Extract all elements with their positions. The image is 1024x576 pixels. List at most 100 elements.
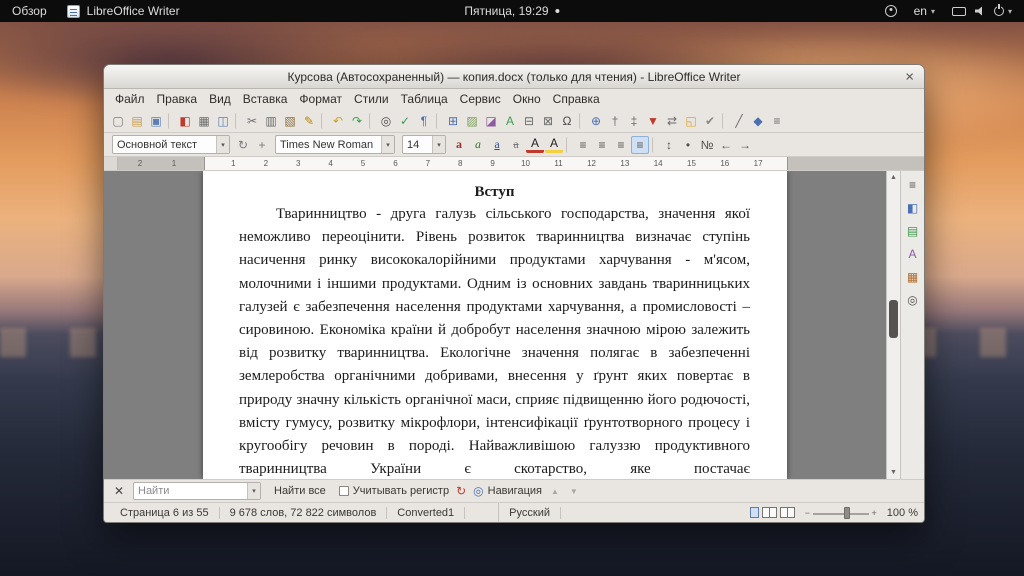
insert-comment-icon[interactable]: ◱: [682, 112, 700, 130]
basic-shapes-icon[interactable]: ◆: [749, 112, 767, 130]
insert-chart-icon[interactable]: ◪: [482, 112, 500, 130]
save-icon[interactable]: ▣: [147, 112, 165, 130]
insert-endnote-icon[interactable]: ‡: [625, 112, 643, 130]
zoom-level[interactable]: 100 %: [885, 507, 918, 519]
combo-dropdown-icon[interactable]: ▾: [216, 136, 229, 153]
tab-stop-selector[interactable]: [104, 157, 118, 170]
menu-window[interactable]: Окно: [507, 90, 547, 108]
justify-icon[interactable]: ≡: [631, 136, 649, 154]
insert-textbox-icon[interactable]: A: [501, 112, 519, 130]
draw-functions-icon[interactable]: ≡: [768, 112, 786, 130]
language-status[interactable]: Русский: [499, 507, 561, 519]
insert-line-icon[interactable]: ╱: [730, 112, 748, 130]
line-spacing-icon[interactable]: ↕: [660, 136, 678, 154]
insert-field-icon[interactable]: ⊠: [539, 112, 557, 130]
italic-icon[interactable]: а: [469, 136, 487, 154]
open-icon[interactable]: ▤: [128, 112, 146, 130]
menu-file[interactable]: Файл: [109, 90, 151, 108]
vertical-scrollbar[interactable]: ▲ ▼: [886, 171, 900, 479]
cut-icon[interactable]: ✂: [243, 112, 261, 130]
formatting-marks-icon[interactable]: ¶: [415, 112, 433, 130]
insert-table-icon[interactable]: ⊞: [444, 112, 462, 130]
document-page[interactable]: Вступ Тваринництво - друга галузь сільсь…: [203, 171, 787, 479]
zoom-in-icon[interactable]: +: [872, 508, 877, 518]
find-and-replace-icon[interactable]: ↻: [456, 484, 466, 498]
new-style-icon[interactable]: +: [253, 136, 271, 154]
find-all-button[interactable]: Найти все: [268, 484, 332, 498]
align-center-icon[interactable]: ≡: [593, 136, 611, 154]
print-preview-icon[interactable]: ◫: [214, 112, 232, 130]
page-deck-icon[interactable]: ▤: [904, 222, 922, 240]
scroll-up-icon[interactable]: ▲: [887, 171, 900, 184]
hyperlink-icon[interactable]: ⊕: [587, 112, 605, 130]
combo-dropdown-icon[interactable]: ▾: [381, 136, 394, 153]
scrollbar-thumb[interactable]: [889, 300, 898, 338]
copy-icon[interactable]: ▥: [262, 112, 280, 130]
horizontal-ruler[interactable]: 21 1234567891011121314151617: [104, 157, 924, 171]
navigation-button[interactable]: ◎ Навигация: [473, 484, 542, 498]
insert-image-icon[interactable]: ▨: [463, 112, 481, 130]
document-canvas[interactable]: Вступ Тваринництво - друга галузь сільсь…: [104, 171, 886, 479]
single-page-view-icon[interactable]: [750, 507, 759, 518]
zoom-out-icon[interactable]: −: [805, 508, 810, 518]
strikethrough-icon[interactable]: а: [507, 136, 525, 154]
bookmark-icon[interactable]: ▼: [644, 112, 662, 130]
align-left-icon[interactable]: ≡: [574, 136, 592, 154]
book-view-icon[interactable]: [780, 507, 795, 518]
menu-styles[interactable]: Стили: [348, 90, 395, 108]
menu-table[interactable]: Таблица: [395, 90, 454, 108]
page-number-status[interactable]: Страница 6 из 55: [110, 507, 220, 519]
bold-icon[interactable]: а: [450, 136, 468, 154]
find-replace-icon[interactable]: ◎: [377, 112, 395, 130]
underline-icon[interactable]: а: [488, 136, 506, 154]
print-icon[interactable]: ▦: [195, 112, 213, 130]
highlight-color-icon[interactable]: A: [545, 137, 563, 153]
zoom-slider[interactable]: − +: [805, 503, 877, 522]
navigator-icon[interactable]: ◎: [904, 291, 922, 309]
bullet-list-icon[interactable]: •: [679, 136, 697, 154]
system-menu-button[interactable]: ▾: [950, 0, 1014, 22]
new-document-icon[interactable]: ▢: [109, 112, 127, 130]
menu-insert[interactable]: Вставка: [237, 90, 294, 108]
combo-dropdown-icon[interactable]: ▾: [432, 136, 445, 153]
menu-edit[interactable]: Правка: [151, 90, 204, 108]
decrease-indent-icon[interactable]: ←: [717, 136, 735, 154]
sidebar-settings-icon[interactable]: ≡: [904, 176, 922, 194]
export-pdf-icon[interactable]: ◧: [176, 112, 194, 130]
app-menu-button[interactable]: LibreOffice Writer: [65, 0, 182, 22]
font-color-icon[interactable]: A: [526, 137, 544, 153]
styles-deck-icon[interactable]: A: [904, 245, 922, 263]
font-name-combo[interactable]: Times New Roman ▾: [275, 135, 395, 154]
menu-view[interactable]: Вид: [203, 90, 237, 108]
close-button[interactable]: ×: [905, 69, 914, 84]
search-dropdown-icon[interactable]: ▾: [247, 483, 260, 499]
match-case-option[interactable]: Учитывать регистр: [339, 485, 449, 497]
multi-page-view-icon[interactable]: [762, 507, 777, 518]
paste-icon[interactable]: ▧: [281, 112, 299, 130]
page-style-status[interactable]: Converted1: [387, 507, 465, 519]
ruler-page-area[interactable]: 1234567891011121314151617: [204, 157, 788, 170]
insert-mode-status[interactable]: [465, 503, 499, 522]
zoom-slider-thumb[interactable]: [844, 507, 850, 519]
word-count-status[interactable]: 9 678 слов, 72 822 символов: [220, 507, 388, 519]
find-previous-icon[interactable]: ▲: [549, 487, 561, 496]
font-size-combo[interactable]: 14 ▾: [402, 135, 446, 154]
update-style-icon[interactable]: ↻: [234, 136, 252, 154]
activities-button[interactable]: Обзор: [10, 0, 49, 22]
menu-help[interactable]: Справка: [547, 90, 606, 108]
numbered-list-icon[interactable]: №: [698, 136, 716, 154]
cross-reference-icon[interactable]: ⇄: [663, 112, 681, 130]
match-case-checkbox[interactable]: [339, 486, 349, 496]
search-combo[interactable]: ▾: [133, 482, 261, 500]
increase-indent-icon[interactable]: →: [736, 136, 754, 154]
search-input[interactable]: [134, 483, 247, 499]
align-right-icon[interactable]: ≡: [612, 136, 630, 154]
redo-icon[interactable]: ↷: [348, 112, 366, 130]
scroll-down-icon[interactable]: ▼: [887, 466, 900, 479]
undo-icon[interactable]: ↶: [329, 112, 347, 130]
clock-button[interactable]: Пятница, 19:29: [462, 0, 561, 22]
accessibility-menu-button[interactable]: [883, 0, 899, 22]
clone-formatting-icon[interactable]: ✎: [300, 112, 318, 130]
menu-tools[interactable]: Сервис: [454, 90, 507, 108]
page-break-icon[interactable]: ⊟: [520, 112, 538, 130]
